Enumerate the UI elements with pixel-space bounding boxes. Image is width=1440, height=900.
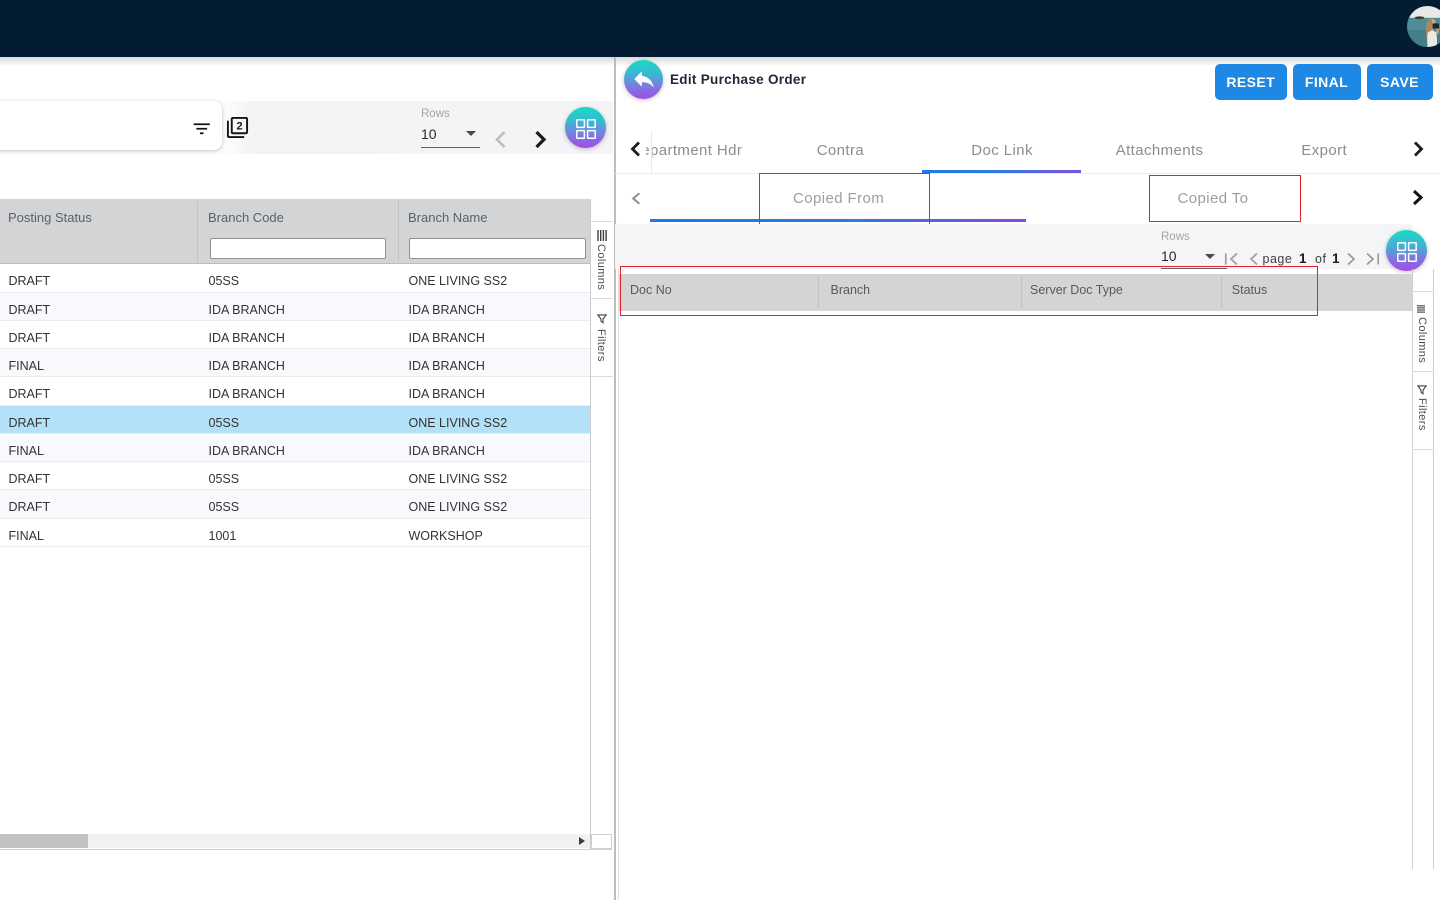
svg-text:2: 2 bbox=[236, 120, 242, 132]
